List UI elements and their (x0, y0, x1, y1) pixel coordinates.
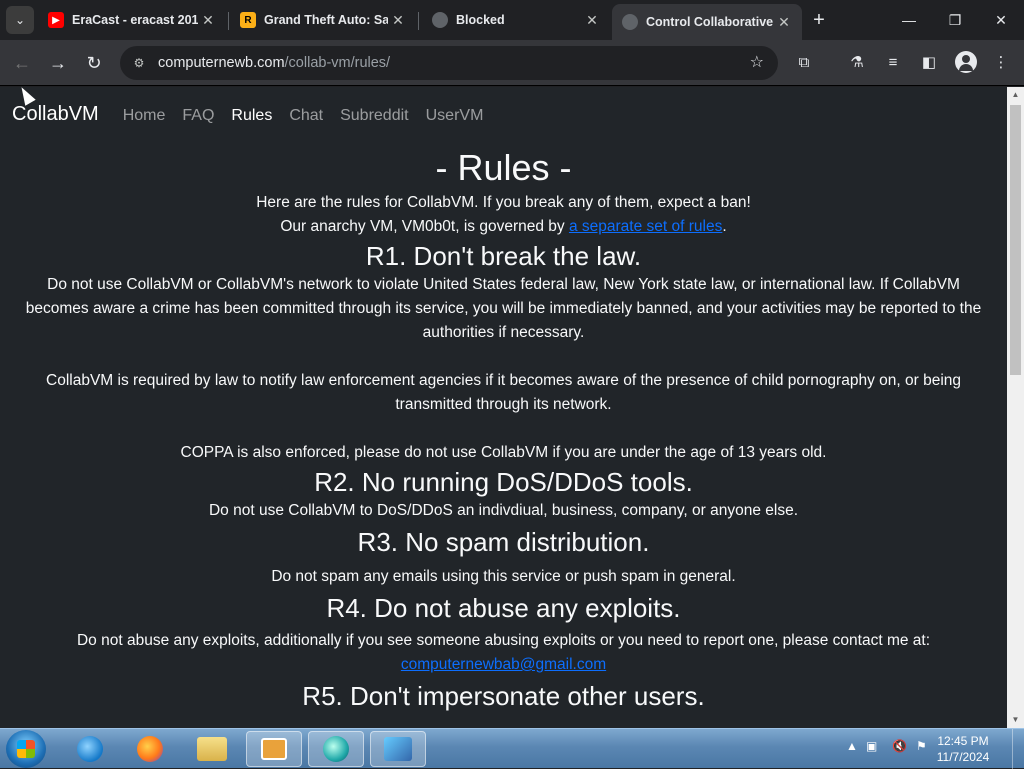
internet-explorer-icon (77, 736, 103, 762)
show-desktop-button[interactable] (1012, 729, 1024, 769)
collabvm-icon (323, 736, 349, 762)
taskbar-firefox[interactable] (122, 731, 178, 767)
globe-icon (622, 14, 638, 30)
windows-taskbar: ▲ ▣ 🔇 ⚑ 12:45 PM 11/7/2024 (0, 728, 1024, 769)
taskbar-network[interactable] (370, 731, 426, 767)
taskbar-media-player[interactable] (246, 731, 302, 767)
url-host: computernewb.com (158, 55, 285, 71)
taskbar-internet-explorer[interactable] (62, 731, 118, 767)
tab-control-collaborative[interactable]: Control Collaborative ✕ (612, 4, 802, 40)
intro-anarchy: Our anarchy VM, VM0b0t, is governed by a… (20, 215, 987, 239)
nav-home[interactable]: Home (123, 107, 166, 125)
url-text[interactable]: computernewb.com/collab-vm/rules/ (158, 55, 390, 71)
show-hidden-icons-icon[interactable]: ▲ (846, 739, 858, 753)
rule-r3-heading: R3. No spam distribution. (357, 527, 650, 557)
globe-icon (432, 12, 448, 28)
site-brand[interactable]: CollabVM (12, 103, 99, 126)
media-controls-icon[interactable]: ≡ (882, 52, 904, 74)
close-icon[interactable]: ✕ (198, 12, 218, 29)
intro-anarchy-text: Our anarchy VM, VM0b0t, is governed by (280, 218, 569, 235)
tab-divider (418, 12, 419, 30)
rule-r1-paragraph: Do not use CollabVM or CollabVM's networ… (25, 276, 982, 341)
tab-title: Blocked (456, 13, 505, 27)
minimize-button[interactable]: — (894, 6, 924, 34)
tab-search-button[interactable]: ⌄ (6, 6, 34, 34)
rockstar-icon: R (240, 12, 256, 28)
close-icon[interactable]: ✕ (582, 12, 602, 29)
scroll-up-arrow-icon[interactable]: ▲ (1007, 87, 1024, 103)
page-scrollbar[interactable]: ▲ ▼ (1007, 87, 1024, 728)
close-window-button[interactable]: ✕ (986, 6, 1016, 34)
start-button[interactable] (6, 730, 46, 768)
rule-r1-paragraph-3: COPPA is also enforced, please do not us… (180, 444, 827, 461)
firefox-icon (137, 736, 163, 762)
nav-rules[interactable]: Rules (231, 107, 272, 125)
site-navbar: CollabVM Home FAQ Rules Chat Subreddit U… (12, 103, 500, 126)
forward-button[interactable]: → (45, 50, 71, 76)
url-path: /collab-vm/rules/ (284, 55, 391, 71)
address-bar[interactable]: ⚙ computernewb.com/collab-vm/rules/ ☆ (120, 46, 778, 80)
contact-email-link[interactable]: computernewbab@gmail.com (401, 656, 606, 673)
bookmark-star-icon[interactable]: ☆ (750, 52, 764, 72)
menu-kebab-icon[interactable]: ⋮ (990, 52, 1012, 74)
rules-content: - Rules - Here are the rules for CollabV… (20, 145, 987, 713)
taskbar-file-explorer[interactable] (184, 731, 240, 767)
back-button[interactable]: ← (9, 50, 35, 76)
intro-anarchy-end: . (722, 218, 727, 235)
tab-blocked[interactable]: Blocked ✕ (422, 4, 610, 36)
close-icon[interactable]: ✕ (388, 12, 408, 29)
tab-title: Control Collaborative (646, 15, 774, 29)
new-tab-button[interactable]: + (806, 8, 832, 34)
tab-eracast[interactable]: ▶ EraCast - eracast 2016 ✕ (38, 4, 226, 36)
clock-date: 11/7/2024 (936, 750, 990, 764)
tab-title: EraCast - eracast 2016 (72, 13, 198, 27)
file-explorer-icon (197, 737, 227, 761)
rule-r4-email-line: computernewbab@gmail.com (20, 653, 987, 677)
page-title: - Rules - (435, 147, 572, 188)
labs-flask-icon[interactable]: ⚗ (846, 52, 868, 74)
nav-chat[interactable]: Chat (289, 107, 323, 125)
taskbar-collabvm[interactable] (308, 731, 364, 767)
action-center-flag-icon[interactable]: ⚑ (916, 739, 927, 753)
separate-rules-link[interactable]: a separate set of rules (569, 218, 722, 235)
reload-button[interactable]: ↻ (81, 50, 107, 76)
rule-r5-heading: R5. Don't impersonate other users. (302, 681, 705, 711)
tab-divider (228, 12, 229, 30)
rule-r4-paragraph: Do not abuse any exploits, additionally … (76, 632, 931, 649)
site-info-icon[interactable]: ⚙ (128, 56, 150, 70)
rule-r1-heading: R1. Don't break the law. (365, 241, 642, 271)
volume-muted-icon[interactable]: 🔇 (892, 739, 907, 753)
intro-text: Here are the rules for CollabVM. If you … (256, 194, 751, 211)
browser-toolbar: ← → ↻ ⚙ computernewb.com/collab-vm/rules… (0, 40, 1024, 86)
media-player-icon (261, 738, 287, 760)
side-panel-icon[interactable]: ◧ (918, 52, 940, 74)
system-clock[interactable]: 12:45 PM 11/7/2024 (930, 733, 996, 765)
close-icon[interactable]: ✕ (774, 14, 794, 31)
youtube-icon: ▶ (48, 12, 64, 28)
scroll-down-arrow-icon[interactable]: ▼ (1007, 712, 1024, 728)
power-icon[interactable]: ▣ (866, 739, 877, 753)
tab-strip: ⌄ ▶ EraCast - eracast 2016 ✕ R Grand The… (0, 0, 1024, 40)
rule-r2-paragraph: Do not use CollabVM to DoS/DDoS an indiv… (208, 502, 799, 519)
tab-title: Grand Theft Auto: San (264, 13, 388, 27)
rule-r2-heading: R2. No running DoS/DDoS tools. (314, 467, 693, 497)
tab-gta[interactable]: R Grand Theft Auto: San ✕ (230, 4, 416, 36)
extensions-icon[interactable]: ⧉ (793, 52, 815, 74)
web-page: CollabVM Home FAQ Rules Chat Subreddit U… (0, 87, 1007, 728)
rule-r4-heading: R4. Do not abuse any exploits. (326, 593, 681, 623)
network-icon (384, 737, 412, 761)
scrollbar-thumb[interactable] (1010, 105, 1021, 375)
profile-avatar-icon[interactable] (955, 51, 977, 73)
restore-button[interactable]: ❐ (940, 6, 970, 34)
rule-r3-paragraph: Do not spam any emails using this servic… (271, 568, 736, 585)
windows-logo-icon (17, 740, 35, 758)
rule-r1-paragraph-2: CollabVM is required by law to notify la… (46, 372, 961, 413)
clock-time: 12:45 PM (937, 734, 989, 748)
nav-subreddit[interactable]: Subreddit (340, 107, 409, 125)
nav-uservm[interactable]: UserVM (426, 107, 484, 125)
nav-faq[interactable]: FAQ (182, 107, 214, 125)
